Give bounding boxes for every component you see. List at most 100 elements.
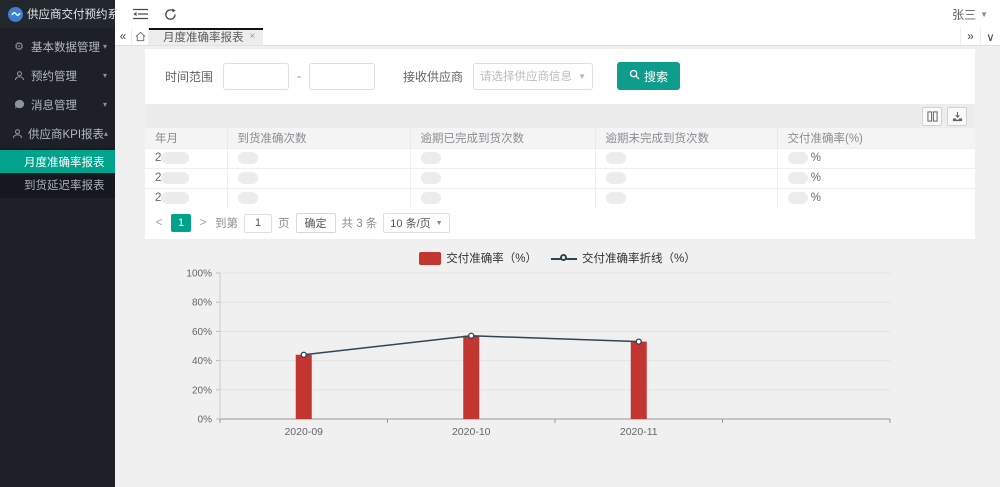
goto-confirm-button[interactable]: 确定 [296,213,336,233]
table-row: 2 % [145,168,975,188]
table-toolbar [145,104,975,128]
sidebar-item-delivery-delay-report[interactable]: 到货延迟率报表 [0,173,115,196]
y-axis-tick-label: 80% [192,298,212,309]
bar[interactable] [463,336,479,419]
message-icon [12,99,26,110]
sidebar-submenu: 月度准确率报表 到货延迟率报表 [0,148,115,198]
bar[interactable] [631,342,647,419]
redacted-value [421,192,441,204]
sidebar-item-label: 预约管理 [31,68,103,84]
table-row: 2 % [145,188,975,208]
redacted-value [788,152,808,164]
sidebar-item-label: 基本数据管理 [31,39,103,55]
legend-item-bar[interactable]: 交付准确率（%） [419,250,537,266]
supplier-label: 接收供应商 [403,68,463,85]
y-axis-tick-label: 40% [192,356,212,367]
time-from-input[interactable] [223,63,289,90]
column-settings-icon[interactable] [922,107,942,126]
sidebar-item-label: 供应商KPI报表 [28,126,104,142]
chevron-up-icon: ▴ [104,129,108,138]
search-button-label: 搜索 [644,68,668,85]
y-axis-tick-label: 20% [192,385,212,396]
col-header-year-month: 年月 [145,128,227,148]
sidebar-item-messages[interactable]: 消息管理 ▾ [0,90,115,119]
user-name: 张三 [952,6,976,23]
redacted-value [421,152,441,164]
redacted-value [606,172,626,184]
chevron-down-icon: ▼ [578,72,586,81]
close-icon[interactable]: × [250,31,256,42]
page-size-value: 10 条/页 [390,215,430,231]
sidebar: 供应商交付预约系统 ⚙ 基本数据管理 ▾ 预约管理 ▾ 消息管理 ▾ [0,0,115,487]
user-menu[interactable]: 张三 ▼ [952,6,988,23]
goto-suffix-label: 页 [278,215,290,231]
prev-page-icon[interactable]: < [153,217,165,229]
total-count-label: 共 3 条 [342,215,378,231]
line-marker-icon [551,252,577,265]
redacted-value [606,152,626,164]
table-header-row: 年月 到货准确次数 逾期已完成到货次数 逾期未完成到货次数 交付准确率(%) [145,128,975,148]
redacted-value [788,192,808,204]
line-marker[interactable] [469,333,474,338]
kpi-chart: 0%20%40%60%80%100%2020-092020-102020-11 [115,267,1000,447]
bar[interactable] [296,355,312,419]
bar-swatch-icon [419,252,441,265]
col-header-overdue-done: 逾期已完成到货次数 [410,128,595,148]
line-marker[interactable] [301,352,306,357]
supplier-select-placeholder: 请选择供应商信息 [480,68,578,84]
goto-prefix-label: 到第 [215,215,238,231]
export-icon[interactable] [947,107,967,126]
y-axis-tick-label: 100% [186,269,212,280]
tab-monthly-accuracy-report[interactable]: 月度准确率报表 × [149,28,263,45]
page-size-select[interactable]: 10 条/页 ▼ [383,213,449,233]
gear-icon: ⚙ [12,40,26,53]
redacted-value [606,192,626,204]
legend-item-line[interactable]: 交付准确率折线（%） [551,250,696,266]
chart-legend: 交付准确率（%） 交付准确率折线（%） [115,249,1000,267]
user-chart-icon [12,128,23,139]
supplier-select[interactable]: 请选择供应商信息 ▼ [473,63,593,90]
search-form: 时间范围 - 接收供应商 请选择供应商信息 ▼ 搜索 [145,49,975,104]
y-axis-tick-label: 60% [192,327,212,338]
chevron-down-icon: ▾ [103,100,107,109]
logo-row: 供应商交付预约系统 [0,0,115,28]
sidebar-item-basic-data[interactable]: ⚙ 基本数据管理 ▾ [0,32,115,61]
next-page-icon[interactable]: > [197,217,209,229]
sidebar-item-kpi-reports[interactable]: 供应商KPI报表 ▴ [0,119,115,148]
chart-section: 交付准确率（%） 交付准确率折线（%） 0% 20% 40% 60% 80% 100% 20… [115,249,1000,450]
refresh-icon[interactable] [159,3,181,25]
sidebar-item-label: 消息管理 [31,97,103,113]
chevron-down-icon: ▾ [103,42,107,51]
tab-bar: « 月度准确率报表 × » ∨ [115,28,1000,46]
x-axis-tick-label: 2020-10 [452,426,491,438]
goto-page-input[interactable] [244,214,272,233]
sidebar-item-monthly-accuracy-report[interactable]: 月度准确率报表 [0,150,115,173]
cell-accuracy-unit: % [811,152,821,164]
col-header-arrival-accurate: 到货准确次数 [227,128,410,148]
fold-menu-icon[interactable] [129,3,151,25]
caret-down-icon: ▼ [980,10,988,19]
report-panel: 时间范围 - 接收供应商 请选择供应商信息 ▼ 搜索 [145,49,975,239]
top-toolbar: 张三 ▼ [115,0,1000,28]
redacted-value [421,172,441,184]
search-button[interactable]: 搜索 [617,62,680,90]
line-marker[interactable] [636,339,641,344]
col-header-accuracy: 交付准确率(%) [777,128,975,148]
app-root: 供应商交付预约系统 ⚙ 基本数据管理 ▾ 预约管理 ▾ 消息管理 ▾ [0,0,1000,487]
range-dash: - [297,69,301,83]
tabs-more-icon[interactable]: ∨ [980,28,1000,45]
legend-label: 交付准确率折线（%） [582,250,696,266]
tabs-scroll-right-icon[interactable]: » [960,28,980,45]
report-table: 年月 到货准确次数 逾期已完成到货次数 逾期未完成到货次数 交付准确率(%) 2 [145,128,975,208]
time-to-input[interactable] [309,63,375,90]
home-icon[interactable] [132,28,149,45]
redacted-value [161,172,189,184]
page-number-button[interactable]: 1 [171,214,191,232]
x-axis-tick-label: 2020-09 [284,426,323,438]
redacted-value [238,172,258,184]
tabs-scroll-left-icon[interactable]: « [115,28,132,45]
sidebar-item-reservation[interactable]: 预约管理 ▾ [0,61,115,90]
y-axis-tick-label: 0% [198,415,213,426]
cell-accuracy-unit: % [811,192,821,204]
chevron-down-icon: ▾ [103,71,107,80]
